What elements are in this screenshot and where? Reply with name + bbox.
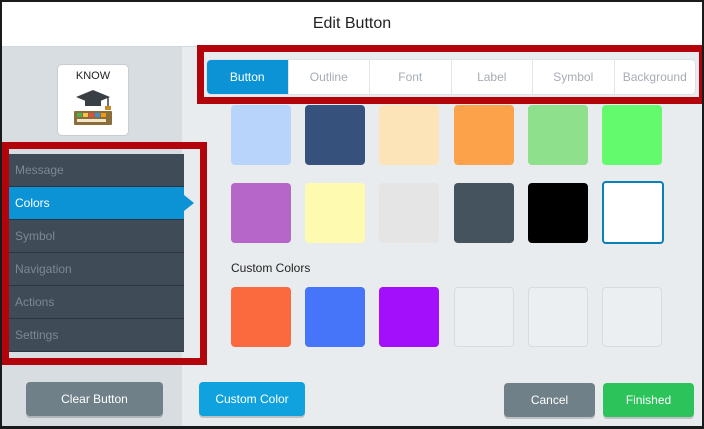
color-swatch[interactable]	[528, 183, 588, 243]
custom-color-swatch[interactable]	[231, 287, 291, 347]
custom-color-swatch[interactable]	[305, 287, 365, 347]
menu-item-settings[interactable]: Settings	[8, 319, 184, 352]
tab-font[interactable]: Font	[370, 60, 452, 94]
custom-color-swatch[interactable]	[379, 287, 439, 347]
finished-button[interactable]: Finished	[603, 383, 694, 417]
color-swatch[interactable]	[231, 183, 291, 243]
color-swatch[interactable]	[379, 105, 439, 165]
menu-item-label: Settings	[15, 328, 59, 342]
active-arrow-indicator	[184, 195, 194, 211]
menu-item-label: Actions	[15, 295, 55, 309]
color-swatch[interactable]	[528, 105, 588, 165]
color-swatch[interactable]	[379, 183, 439, 243]
menu-item-navigation[interactable]: Navigation	[8, 253, 184, 286]
tab-outline[interactable]: Outline	[289, 60, 370, 94]
custom-color-slot-empty[interactable]	[454, 287, 514, 347]
property-tabs: Button Outline Font Label Symbol Backgro…	[207, 60, 695, 94]
color-swatch[interactable]	[231, 105, 291, 165]
color-swatch[interactable]	[305, 105, 365, 165]
menu-item-colors[interactable]: Colors	[8, 187, 194, 220]
menu-item-symbol[interactable]: Symbol	[8, 220, 184, 253]
menu-item-label: Colors	[15, 196, 50, 210]
custom-color-slot-empty[interactable]	[602, 287, 662, 347]
sidebar: KNOW Message Colors Symbol Navigation Ac…	[2, 47, 194, 426]
menu-item-label: Navigation	[15, 262, 72, 276]
dialog-title-bar: Edit Button	[2, 2, 702, 47]
edit-button-dialog: Edit Button KNOW Message Colors Symbol N…	[0, 0, 704, 429]
tab-symbol[interactable]: Symbol	[533, 60, 615, 94]
color-swatch[interactable]	[454, 105, 514, 165]
color-swatch[interactable]	[602, 105, 662, 165]
menu-item-actions[interactable]: Actions	[8, 286, 184, 319]
color-swatch[interactable]	[454, 183, 514, 243]
tab-background[interactable]: Background	[615, 60, 696, 94]
custom-color-slot-empty[interactable]	[528, 287, 588, 347]
clear-button[interactable]: Clear Button	[26, 382, 163, 416]
dialog-title: Edit Button	[312, 15, 392, 32]
menu-item-label: Message	[15, 163, 64, 177]
color-swatch-selected[interactable]	[602, 181, 664, 244]
preview-caption: KNOW	[75, 70, 111, 82]
cancel-button[interactable]: Cancel	[504, 383, 595, 417]
button-preview: KNOW	[58, 65, 128, 135]
menu-item-message[interactable]: Message	[8, 154, 184, 187]
custom-colors-heading: Custom Colors	[231, 261, 311, 275]
edit-menu: Message Colors Symbol Navigation Actions…	[8, 154, 194, 352]
menu-item-label: Symbol	[15, 229, 56, 243]
custom-color-button[interactable]: Custom Color	[199, 382, 305, 416]
graduation-cap-keyboard-icon	[74, 90, 112, 125]
color-swatch[interactable]	[305, 183, 365, 243]
tab-button[interactable]: Button	[207, 60, 289, 94]
tab-label[interactable]: Label	[452, 60, 533, 94]
